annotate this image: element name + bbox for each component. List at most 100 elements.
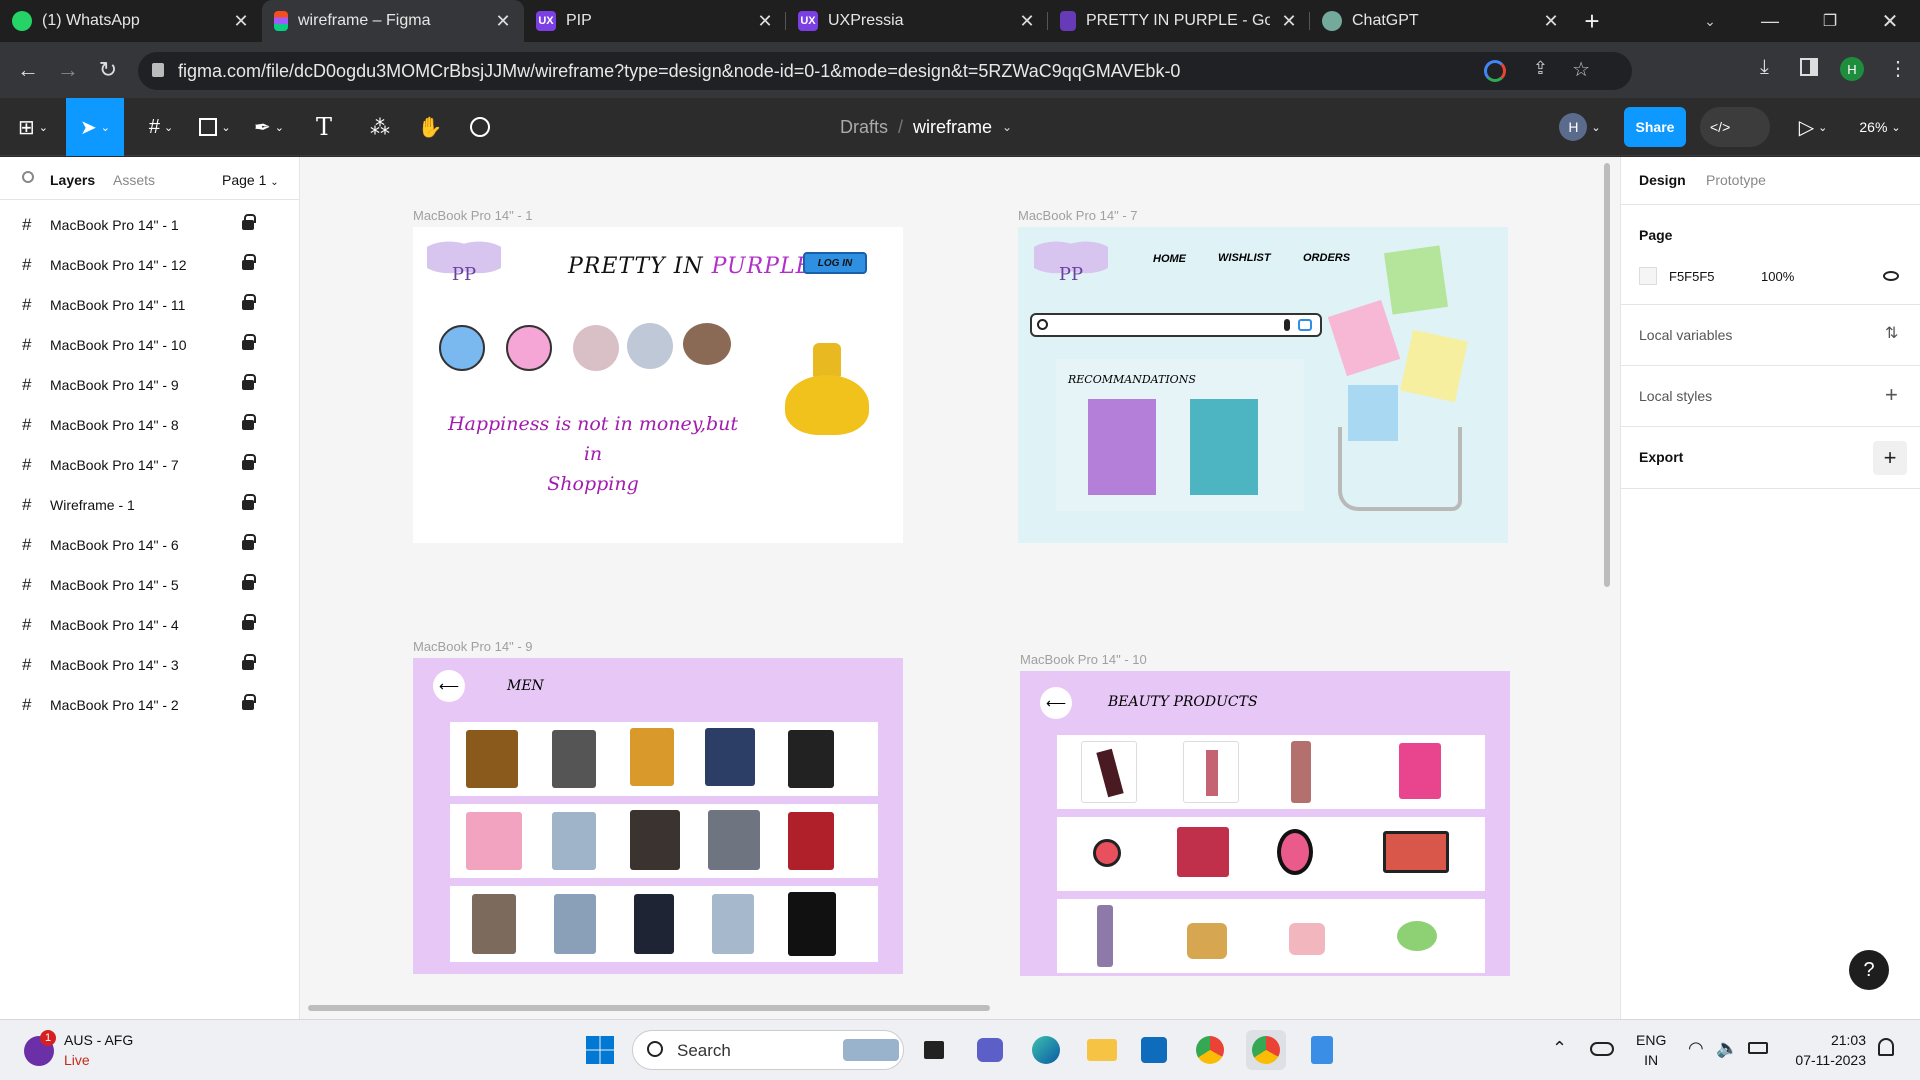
share-button[interactable]: Share <box>1624 107 1686 147</box>
page-color-value[interactable]: F5F5F5 <box>1669 269 1715 284</box>
clock[interactable]: 21:03 07-11-2023 <box>1786 1030 1866 1070</box>
product-thumb[interactable] <box>1093 839 1121 867</box>
product-thumb[interactable] <box>788 812 834 870</box>
wifi-icon[interactable]: ◠ <box>1688 1038 1704 1059</box>
avatar[interactable]: H ⌄ <box>1552 98 1608 156</box>
product-thumb[interactable] <box>1177 827 1229 877</box>
tab-layers[interactable]: Layers <box>50 172 95 188</box>
frame-tool-icon[interactable]: # ⌄ <box>138 98 184 156</box>
profile-avatar[interactable]: H <box>1840 57 1864 81</box>
frame-label[interactable]: MacBook Pro 14" - 7 <box>1018 208 1138 223</box>
menu-icon[interactable]: ⋮ <box>1888 56 1908 81</box>
tab-whatsapp[interactable]: (1) WhatsApp ✕ <box>0 0 262 42</box>
notifications-bell-icon[interactable] <box>1878 1038 1894 1056</box>
layer-item[interactable]: # MacBook Pro 14" - 10 <box>0 325 300 365</box>
tab-pip[interactable]: UX PIP ✕ <box>524 0 786 42</box>
product-dress[interactable] <box>1088 399 1156 495</box>
notepad-icon[interactable] <box>1302 1030 1342 1070</box>
chrome-active-icon[interactable] <box>1246 1030 1286 1070</box>
nav-home[interactable]: HOME <box>1153 253 1186 265</box>
close-icon[interactable]: ✕ <box>494 11 512 32</box>
frame-macbook-1[interactable]: PP PRETTY IN PURPLE LOG IN Happiness is … <box>413 227 903 543</box>
new-tab-button[interactable]: + <box>1572 0 1612 42</box>
product-thumb[interactable] <box>554 894 596 954</box>
forward-icon[interactable]: → <box>48 50 88 90</box>
product-thumb[interactable] <box>1289 923 1325 955</box>
teams-icon[interactable] <box>970 1030 1010 1070</box>
chrome-icon[interactable] <box>1190 1030 1230 1070</box>
frame-label[interactable]: MacBook Pro 14" - 1 <box>413 208 533 223</box>
product-thumb[interactable] <box>552 730 596 788</box>
design-canvas[interactable]: MacBook Pro 14" - 1 PP PRETTY IN PURPLE … <box>300 157 1620 1019</box>
product-thumb[interactable] <box>1291 741 1311 803</box>
reload-icon[interactable]: ↻ <box>88 50 128 90</box>
back-icon[interactable]: ← <box>8 50 48 90</box>
frame-macbook-9[interactable]: ⟵ MEN <box>413 658 903 974</box>
product-thumb[interactable] <box>1397 921 1437 951</box>
mic-icon[interactable] <box>1284 319 1290 331</box>
file-explorer-icon[interactable] <box>1082 1030 1122 1070</box>
page-color-swatch[interactable] <box>1639 267 1657 285</box>
tab-figma[interactable]: wireframe – Figma ✕ <box>262 0 524 42</box>
lock-icon[interactable] <box>242 214 256 230</box>
close-icon[interactable]: ✕ <box>1280 11 1298 32</box>
page-opacity[interactable]: 100% <box>1761 269 1794 284</box>
nav-wishlist[interactable]: WISHLIST <box>1218 252 1271 264</box>
eye-icon[interactable] <box>1883 271 1899 281</box>
category-circle-men[interactable] <box>439 325 485 371</box>
frame-macbook-10[interactable]: ⟵ BEAUTY PRODUCTS <box>1020 671 1510 976</box>
add-export-button[interactable]: + <box>1873 441 1907 475</box>
layer-item[interactable]: # MacBook Pro 14" - 3 <box>0 645 300 685</box>
close-icon[interactable]: ✕ <box>1018 11 1036 32</box>
product-thumb[interactable] <box>705 728 755 786</box>
category-circle-jewellery[interactable] <box>683 323 731 365</box>
lock-icon[interactable] <box>242 614 256 630</box>
product-thumb[interactable] <box>466 812 522 870</box>
close-icon[interactable]: ✕ <box>756 11 774 32</box>
product-thumb[interactable] <box>1097 905 1113 967</box>
product-thumb[interactable] <box>630 728 674 786</box>
back-button[interactable]: ⟵ <box>1040 687 1072 719</box>
frame-macbook-7[interactable]: PP HOME WISHLIST ORDERS RECOMMANDATIONS <box>1018 227 1508 543</box>
search-input[interactable] <box>1030 313 1322 337</box>
url-input[interactable]: figma.com/file/dcD0ogdu3MOMCrBbsjJJMw/wi… <box>138 52 1632 90</box>
present-icon[interactable]: ▷ ⌄ <box>1790 98 1836 156</box>
battery-icon[interactable] <box>1748 1042 1768 1054</box>
product-thumb[interactable] <box>472 894 516 954</box>
lock-icon[interactable] <box>242 574 256 590</box>
lock-icon[interactable] <box>242 694 256 710</box>
lock-icon[interactable] <box>152 63 164 77</box>
minimize-button[interactable]: — <box>1740 0 1800 42</box>
weather-widget[interactable]: 1 AUS - AFG Live <box>20 1030 170 1072</box>
export-label[interactable]: Export <box>1639 449 1683 465</box>
store-icon[interactable] <box>1134 1030 1174 1070</box>
task-view-icon[interactable] <box>914 1030 954 1070</box>
login-button[interactable]: LOG IN <box>803 252 867 274</box>
layer-item[interactable]: # MacBook Pro 14" - 12 <box>0 245 300 285</box>
zoom-selector[interactable]: 26% ⌄ <box>1852 98 1908 156</box>
layer-item[interactable]: # MacBook Pro 14" - 9 <box>0 365 300 405</box>
close-icon[interactable]: ✕ <box>232 11 250 32</box>
layer-item[interactable]: # MacBook Pro 14" - 1 <box>0 205 300 245</box>
figma-menu-icon[interactable]: ⊞ ⌄ <box>10 98 56 156</box>
tab-assets[interactable]: Assets <box>113 172 155 188</box>
sidebar-icon[interactable] <box>1800 58 1818 76</box>
category-circle-beauty[interactable] <box>573 325 619 371</box>
lock-icon[interactable] <box>242 294 256 310</box>
layer-item[interactable]: # MacBook Pro 14" - 11 <box>0 285 300 325</box>
lock-icon[interactable] <box>242 454 256 470</box>
restore-button[interactable]: ❐ <box>1800 0 1860 42</box>
help-button[interactable]: ? <box>1849 950 1889 990</box>
back-button[interactable]: ⟵ <box>433 670 465 702</box>
layer-item[interactable]: # MacBook Pro 14" - 6 <box>0 525 300 565</box>
lock-icon[interactable] <box>242 254 256 270</box>
dev-mode-toggle[interactable]: </> <box>1700 107 1770 147</box>
chevron-down-icon[interactable]: ⌄ <box>1002 120 1012 134</box>
product-thumb[interactable] <box>788 730 834 788</box>
product-thumb[interactable] <box>1277 829 1313 875</box>
product-thumb[interactable] <box>1187 923 1227 959</box>
frame-label[interactable]: MacBook Pro 14" - 9 <box>413 639 533 654</box>
category-circle-women[interactable] <box>506 325 552 371</box>
hand-tool-icon[interactable]: ✋ <box>412 98 448 156</box>
taskbar-search[interactable]: Search <box>632 1030 904 1070</box>
